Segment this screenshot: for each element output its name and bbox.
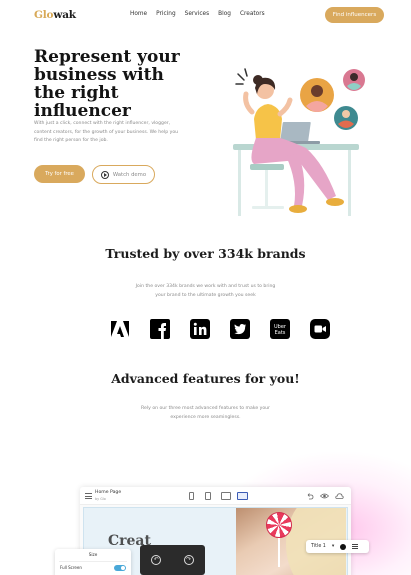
sparkle-icon [235,68,248,85]
watch-demo-button[interactable]: Watch demo [92,165,155,184]
adobe-icon [110,319,130,339]
find-influencers-button[interactable]: Find influencers [325,7,384,23]
full-screen-label: Full Screen [60,565,82,570]
title-select[interactable]: Title 1 [311,544,326,549]
avatar-bubble-large [300,78,334,112]
nav-pricing[interactable]: Pricing [156,11,176,17]
full-screen-toggle[interactable] [114,565,126,571]
full-screen-row: Full Screen [59,561,127,571]
undo-icon[interactable] [306,492,314,500]
logo[interactable]: Glowak [34,9,76,21]
nav-home[interactable]: Home [130,11,147,17]
trusted-subtitle: Join the over 334k brands we work with a… [135,284,276,298]
chevron-down-icon: ▾ [331,544,335,549]
top-nav: Glowak Home Pricing Services Blog Creato… [0,0,411,30]
eye-icon[interactable] [320,492,329,500]
hero-illustration [233,68,365,216]
tablet-icon[interactable] [205,492,211,500]
brand-logos: Uber Eats [110,319,330,339]
features-title: Advanced features for you! [111,371,300,386]
facebook-icon [150,319,170,339]
size-panel: Size Full Screen [55,549,131,575]
history-controls: ↶ ↷ [140,545,205,575]
color-swatch[interactable] [340,543,347,550]
nav-creators[interactable]: Creators [240,11,265,17]
avatar-bubble-teal [334,106,358,130]
play-icon [100,170,109,179]
try-free-button[interactable]: Try for free [34,165,85,183]
editor-toolbar: Home Page by Glo [80,487,351,505]
nav-links: Home Pricing Services Blog Creators [130,11,265,17]
trusted-title: Trusted by over 334k brands [105,246,306,261]
uber-eats-icon: Uber Eats [270,319,290,339]
menu-icon[interactable] [85,493,92,499]
text-style-toolbar: Title 1 ▾ [306,540,369,553]
laptop-icon[interactable] [221,492,231,500]
redo-icon[interactable]: ↷ [183,555,194,565]
hero-title: Represent your business with the right i… [34,47,180,121]
watch-demo-label: Watch demo [112,171,147,178]
linkedin-icon [190,319,210,339]
twitter-icon [230,319,250,339]
svg-text:Eats: Eats [275,330,286,336]
avatar-bubble-small [343,69,365,91]
desktop-icon[interactable] [237,492,248,500]
align-icon[interactable] [352,544,359,549]
undo-icon[interactable]: ↶ [151,555,162,565]
nav-blog[interactable]: Blog [218,11,231,17]
cloud-icon[interactable] [335,492,344,500]
size-label: Size [88,552,98,557]
nav-services[interactable]: Services [185,11,209,17]
video-icon [310,319,330,339]
page-sub: by Glo [95,497,106,501]
hero-subtitle: With just a click, connect with the righ… [34,121,179,143]
mobile-icon[interactable] [189,492,194,500]
page-name[interactable]: Home Page [95,490,121,495]
features-subtitle: Rely on our three most advanced features… [141,406,270,420]
